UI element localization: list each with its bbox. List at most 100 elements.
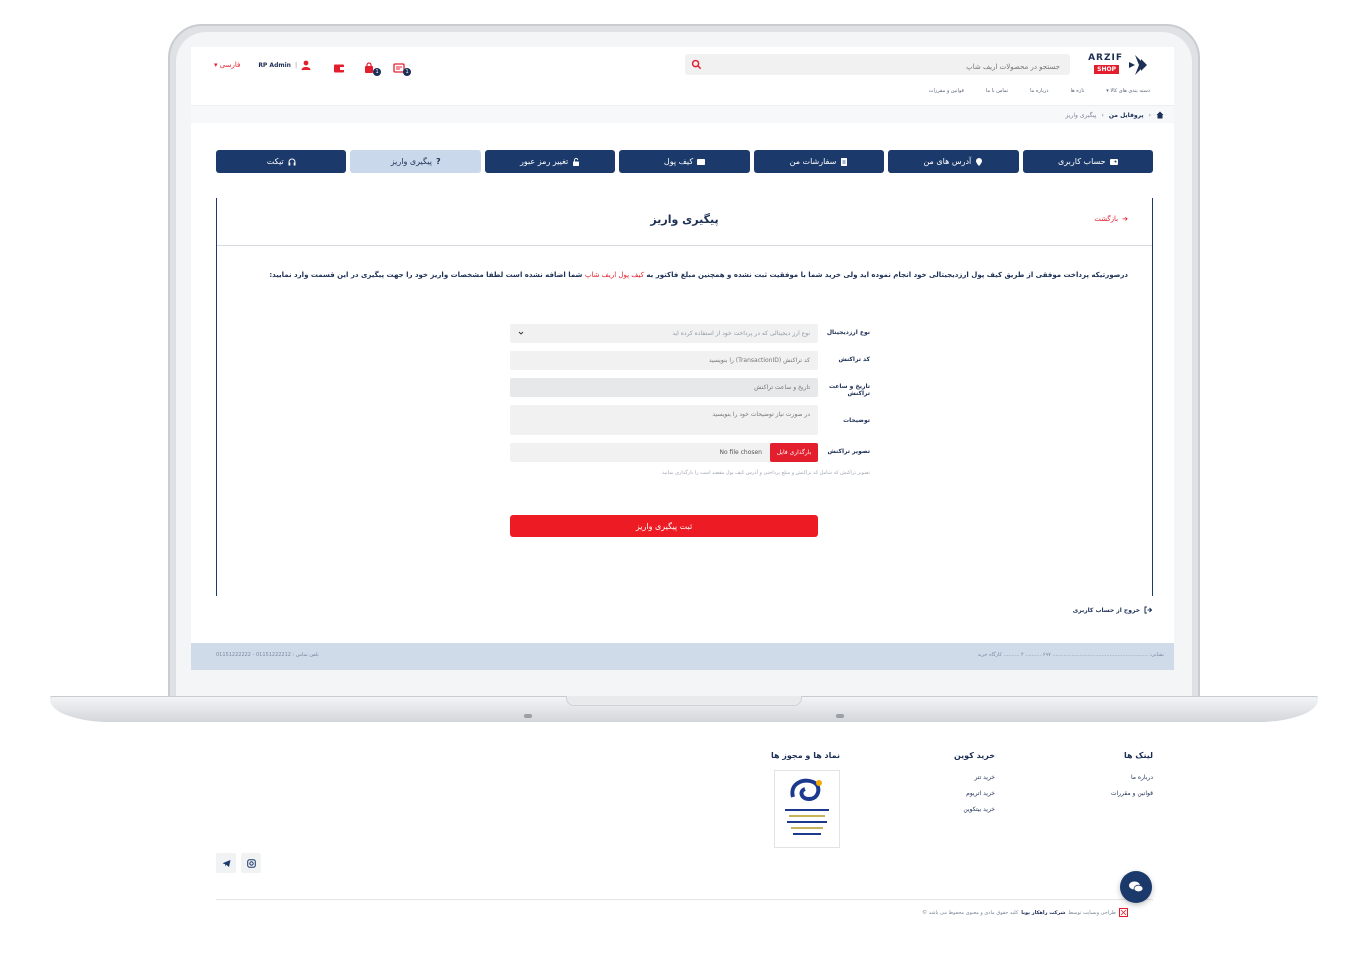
- address-text: نشانی: .................................…: [977, 652, 1164, 658]
- rights-text: کلیه حقوق مادی و معنوی محفوظ می باشد ©: [922, 909, 1019, 916]
- header: ARZIF SHOP ▾ فارسی RP Admin |: [191, 47, 1174, 85]
- footer-link-about[interactable]: درباره ما: [1111, 774, 1153, 781]
- language-label: فارسی: [219, 61, 241, 69]
- laptop-notch: [566, 696, 802, 706]
- wallet-icon: [334, 64, 345, 73]
- telegram-button[interactable]: [216, 853, 236, 873]
- nav-item-rules[interactable]: قوانین و مقررات: [929, 88, 964, 94]
- footer-links-title: لینک ها: [1123, 751, 1153, 760]
- image-row: تصویر تراکنش بارگذاری فایل No file chose…: [510, 443, 870, 462]
- breadcrumb: ‹ پروفایل من ‹ پیگیری واریز: [1066, 111, 1165, 119]
- instagram-button[interactable]: [241, 853, 261, 873]
- footer-trust: نماد ها و مجوز ها: [771, 751, 840, 848]
- cart-count-badge: 1: [373, 68, 382, 76]
- footer-trust-title: نماد ها و مجوز ها: [770, 751, 840, 760]
- chat-widget-button[interactable]: [1120, 871, 1152, 903]
- user-name: RP Admin: [258, 61, 291, 69]
- footer-divider: [216, 899, 1153, 900]
- currency-row: نوع ارزدیجیتال نوع ارز دیجیتالی که در پر…: [510, 324, 870, 343]
- tab-label: تیکت: [266, 157, 284, 166]
- datetime-label: تاریخ و ساعت تراکنش: [828, 383, 870, 397]
- id-card-icon: [1109, 158, 1118, 165]
- page-title: پیگیری واریز: [650, 213, 719, 226]
- tab-orders[interactable]: سفارشات من: [753, 150, 885, 173]
- upload-hint: تصویر تراکنش که شامل کد تراکنش و مبلغ پر…: [662, 470, 870, 476]
- language-select[interactable]: ▾ فارسی: [214, 61, 240, 69]
- chevron-down-icon: ▾: [214, 61, 218, 69]
- breadcrumb-profile[interactable]: پروفایل من: [1109, 112, 1144, 119]
- user-menu[interactable]: RP Admin |: [258, 60, 311, 70]
- footer-coins-title: خرید کوین: [953, 751, 995, 760]
- datetime-input[interactable]: [510, 378, 818, 397]
- currency-select[interactable]: نوع ارز دیجیتالی که در پرداخت خود از است…: [510, 324, 818, 343]
- datetime-row: تاریخ و ساعت تراکنش: [510, 378, 870, 397]
- profile-tabs: حساب کاربری آدرس های من سفارشات من کیف پ…: [216, 150, 1153, 173]
- wallet-button[interactable]: [333, 59, 345, 73]
- chevron-down-icon: [518, 331, 524, 335]
- search-icon[interactable]: [691, 59, 702, 70]
- description-label: توضیحات: [843, 417, 870, 424]
- description-textarea[interactable]: [510, 405, 818, 435]
- breadcrumb-current: پیگیری واریز: [1065, 111, 1097, 119]
- compare-count-badge: 1: [403, 68, 412, 76]
- deposit-form: نوع ارزدیجیتال نوع ارز دیجیتالی که در پر…: [510, 324, 870, 537]
- laptop-screen: ARZIF SHOP ▾ فارسی RP Admin |: [191, 47, 1174, 670]
- tab-account[interactable]: حساب کاربری: [1022, 150, 1153, 173]
- file-status: No file chosen: [719, 449, 762, 456]
- main-nav: دسته بندی های کالا ▾ تازه ها درباره ما ت…: [929, 88, 1150, 94]
- footer-link-bitcoin[interactable]: خرید بیتکوین: [954, 806, 995, 813]
- cart-button[interactable]: 1: [363, 59, 382, 76]
- nav-item-about[interactable]: درباره ما: [1030, 88, 1048, 94]
- footer-link-ethereum[interactable]: خرید اتریوم: [954, 790, 995, 797]
- tab-wallet[interactable]: کیف پول: [619, 150, 750, 173]
- tab-label: حساب کاربری: [1057, 157, 1106, 166]
- tab-label: آدرس های من: [923, 157, 972, 166]
- laptop-foot: [524, 714, 532, 718]
- tab-label: تغییر رمز عبور: [520, 157, 569, 166]
- image-label: تصویر تراکنش: [827, 448, 870, 455]
- tab-deposit-tracking[interactable]: ? پیگیری واریز: [350, 150, 481, 173]
- search-input[interactable]: [685, 56, 1070, 78]
- tab-change-password[interactable]: تغییر رمز عبور: [484, 150, 616, 173]
- file-input[interactable]: بارگذاری فایل No file chosen: [510, 443, 818, 462]
- nav-item-categories[interactable]: دسته بندی های کالا ▾: [1106, 88, 1150, 94]
- nav-item-new[interactable]: تازه ها: [1071, 88, 1085, 94]
- map-marker-icon: [976, 157, 983, 166]
- site-logo[interactable]: ARZIF SHOP: [1088, 53, 1153, 77]
- wallet-icon: [697, 158, 706, 165]
- logout-icon: [1144, 606, 1152, 614]
- enamad-badge[interactable]: [774, 770, 840, 848]
- intro-part-1: درصورتیکه پرداخت موفقی از طریق کیف پول ا…: [646, 271, 1128, 279]
- laptop-foot: [836, 714, 844, 718]
- copyright: طراحی وبسایت توسط شرکت راهکار پویا کلیه …: [922, 908, 1128, 917]
- footer-link-tether[interactable]: خرید تتر: [954, 774, 995, 781]
- deposit-tracking-panel: ➔ بازگشت پیگیری واریز درصورتیکه پرداخت م…: [216, 198, 1153, 596]
- tab-addresses[interactable]: آدرس های من: [888, 150, 1019, 173]
- txid-label: کد تراکنش: [838, 356, 870, 363]
- currency-value: نوع ارز دیجیتالی که در پرداخت خود از است…: [672, 330, 810, 337]
- breadcrumb-sep: ‹: [1101, 111, 1104, 119]
- home-icon[interactable]: [1156, 111, 1164, 119]
- tab-ticket[interactable]: تیکت: [216, 150, 347, 173]
- company-name[interactable]: شرکت راهکار پویا: [1021, 910, 1065, 916]
- submit-tracking-button[interactable]: ثبت پیگیری واریز: [510, 515, 818, 537]
- tab-label: سفارشات من: [789, 157, 837, 166]
- txid-input[interactable]: [510, 351, 818, 370]
- footer-links: لینک ها درباره ما قوانین و مقررات: [1111, 751, 1153, 806]
- tab-label: کیف پول: [663, 157, 694, 166]
- logo-shop-text: SHOP: [1094, 65, 1119, 74]
- nav-item-contact[interactable]: تماس با ما: [986, 88, 1008, 94]
- user-icon: [301, 60, 311, 70]
- upload-file-button[interactable]: بارگذاری فایل: [770, 443, 818, 462]
- logout-link[interactable]: خروج از حساب کاربری: [1073, 606, 1152, 614]
- compare-button[interactable]: 1: [393, 59, 412, 76]
- description-row: توضیحات: [510, 405, 870, 435]
- wallet-link[interactable]: کیف پول اریف شاپ: [585, 271, 644, 279]
- nav-label: دسته بندی های کالا: [1110, 88, 1150, 94]
- hint-row: تصویر تراکنش که شامل کد تراکنش و مبلغ پر…: [510, 470, 870, 482]
- chat-icon: [1129, 881, 1144, 893]
- breadcrumb-bar: ‹ پروفایل من ‹ پیگیری واریز: [191, 106, 1174, 123]
- footer-link-rules[interactable]: قوانین و مقررات: [1111, 790, 1153, 797]
- intro-text: درصورتیکه پرداخت موفقی از طریق کیف پول ا…: [228, 271, 1128, 279]
- enamad-logo-icon: [785, 778, 829, 835]
